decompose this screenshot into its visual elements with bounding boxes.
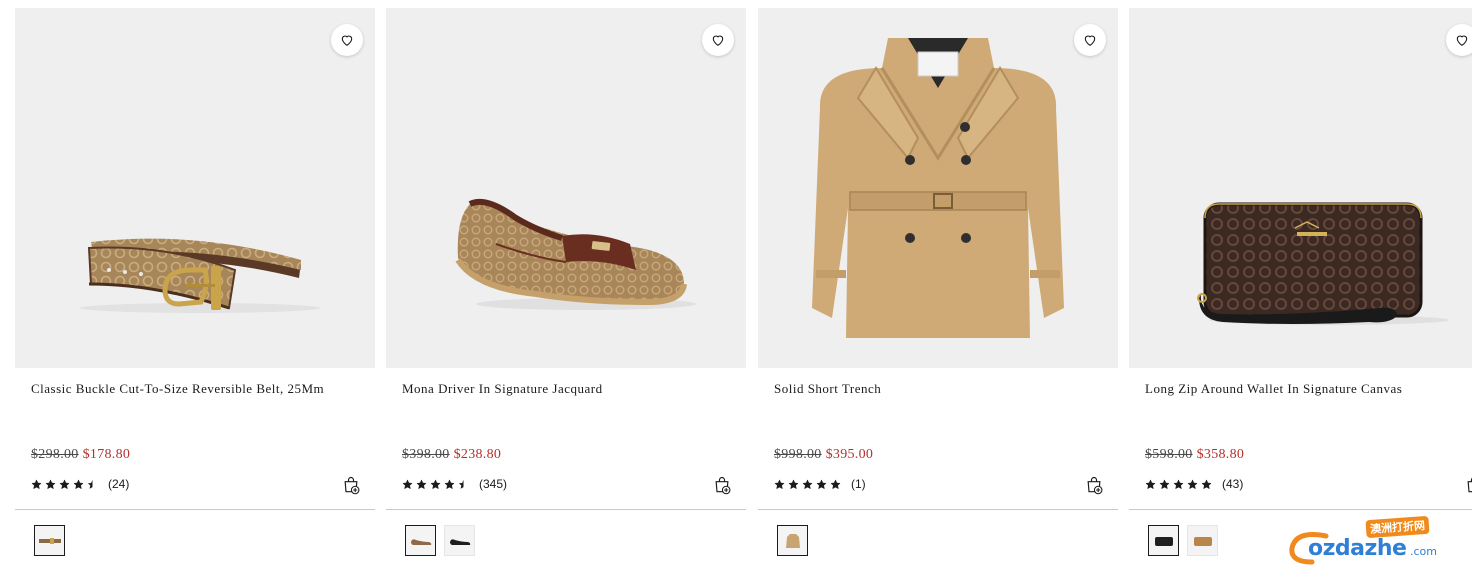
- divider: [15, 509, 375, 510]
- loafer-image: [455, 198, 696, 310]
- product-image-wallet[interactable]: [1129, 8, 1472, 368]
- wallet-thumbnail-icon: [1193, 536, 1212, 546]
- swatch-khaki-signature[interactable]: [405, 525, 436, 556]
- original-price: $398.00: [402, 447, 450, 462]
- add-to-bag-icon[interactable]: [712, 475, 732, 495]
- star-full-icon: [45, 478, 56, 489]
- trench-coat-image: [812, 38, 1064, 338]
- star-full-icon: [1173, 478, 1184, 489]
- star-full-icon: [788, 478, 799, 489]
- star-full-icon: [1201, 478, 1212, 489]
- product-image-loafer[interactable]: [386, 8, 746, 368]
- sale-price: $238.80: [453, 447, 502, 462]
- add-to-bag-icon[interactable]: [1464, 475, 1472, 495]
- star-full-icon: [1145, 478, 1156, 489]
- heart-icon: [712, 35, 724, 46]
- color-swatches: [34, 525, 65, 556]
- divider: [758, 509, 1118, 510]
- wallet-image: [1197, 202, 1449, 325]
- product-image-trench[interactable]: [758, 8, 1118, 368]
- favorite-heart-button[interactable]: [1074, 24, 1106, 56]
- star-full-icon: [1187, 478, 1198, 489]
- product-card[interactable]: Classic Buckle Cut-To-Size Reversible Be…: [15, 0, 375, 576]
- product-grid: Classic Buckle Cut-To-Size Reversible Be…: [0, 0, 1472, 576]
- favorite-heart-button[interactable]: [1446, 24, 1472, 56]
- swatch-black[interactable]: [444, 525, 475, 556]
- swatch-brown-black[interactable]: [1148, 525, 1179, 556]
- star-full-icon: [416, 478, 427, 489]
- review-count: (43): [1222, 477, 1244, 491]
- star-rating: [31, 478, 98, 490]
- star-full-icon: [59, 478, 70, 489]
- color-swatches: [405, 525, 475, 556]
- star-full-icon: [444, 478, 455, 489]
- star-full-icon: [73, 478, 84, 489]
- star-full-icon: [31, 478, 42, 489]
- product-price: $598.00 $358.80: [1145, 447, 1244, 463]
- star-rating: [1145, 478, 1212, 490]
- original-price: $998.00: [774, 447, 822, 462]
- product-card[interactable]: Solid Short Trench $998.00 $395.00 (1): [758, 0, 1118, 576]
- watermark-badge: 澳洲打折网: [1365, 515, 1430, 539]
- swatch-tan[interactable]: [1187, 525, 1218, 556]
- review-count: (24): [108, 477, 130, 491]
- star-full-icon: [402, 478, 413, 489]
- star-half-icon: [87, 479, 98, 489]
- favorite-heart-button[interactable]: [331, 24, 363, 56]
- review-count: (1): [851, 477, 866, 491]
- star-rating: [402, 478, 469, 490]
- sale-price: $178.80: [82, 447, 131, 462]
- swatch-khaki-signature[interactable]: [34, 525, 65, 556]
- sale-price: $358.80: [1196, 447, 1245, 462]
- star-full-icon: [830, 478, 841, 489]
- divider: [386, 509, 746, 510]
- original-price: $298.00: [31, 447, 79, 462]
- star-full-icon: [1159, 478, 1170, 489]
- star-full-icon: [774, 478, 785, 489]
- product-price: $398.00 $238.80: [402, 447, 501, 463]
- star-half-icon: [458, 479, 469, 489]
- loafer-thumbnail-icon: [449, 538, 470, 545]
- add-to-bag-icon[interactable]: [341, 475, 361, 495]
- star-rating: [774, 478, 841, 490]
- heart-icon: [1084, 35, 1096, 46]
- rating[interactable]: (345): [402, 477, 507, 491]
- rating[interactable]: (24): [31, 477, 129, 491]
- star-full-icon: [816, 478, 827, 489]
- trench-thumbnail-icon: [785, 533, 800, 548]
- star-full-icon: [430, 478, 441, 489]
- color-swatches: [1148, 525, 1218, 556]
- watermark-suffix: .com: [1410, 545, 1437, 558]
- loafer-thumbnail-icon: [410, 538, 431, 545]
- color-swatches: [777, 525, 808, 556]
- favorite-heart-button[interactable]: [702, 24, 734, 56]
- review-count: (345): [479, 477, 508, 491]
- product-name[interactable]: Solid Short Trench: [774, 381, 1104, 397]
- wallet-thumbnail-icon: [1154, 536, 1173, 546]
- product-name[interactable]: Mona Driver In Signature Jacquard: [402, 381, 732, 397]
- divider: [1129, 509, 1472, 510]
- product-card[interactable]: Mona Driver In Signature Jacquard $398.0…: [386, 0, 746, 576]
- swatch-tan[interactable]: [777, 525, 808, 556]
- product-card[interactable]: Long Zip Around Wallet In Signature Canv…: [1129, 0, 1472, 576]
- belt-thumbnail-icon: [38, 537, 61, 544]
- product-name[interactable]: Long Zip Around Wallet In Signature Canv…: [1145, 381, 1472, 397]
- product-price: $298.00 $178.80: [31, 447, 130, 463]
- sale-price: $395.00: [825, 447, 874, 462]
- add-to-bag-icon[interactable]: [1084, 475, 1104, 495]
- product-image-belt[interactable]: [15, 8, 375, 368]
- site-watermark: 澳洲打折网 ozdazhe .com: [1286, 515, 1456, 570]
- watermark-logo-text: ozdazhe: [1308, 536, 1407, 561]
- heart-icon: [341, 35, 353, 46]
- rating[interactable]: (1): [774, 477, 866, 491]
- rating[interactable]: (43): [1145, 477, 1243, 491]
- star-full-icon: [802, 478, 813, 489]
- belt-image: [80, 238, 320, 313]
- product-name[interactable]: Classic Buckle Cut-To-Size Reversible Be…: [31, 381, 361, 397]
- product-price: $998.00 $395.00: [774, 447, 873, 463]
- heart-icon: [1456, 35, 1468, 46]
- original-price: $598.00: [1145, 447, 1193, 462]
